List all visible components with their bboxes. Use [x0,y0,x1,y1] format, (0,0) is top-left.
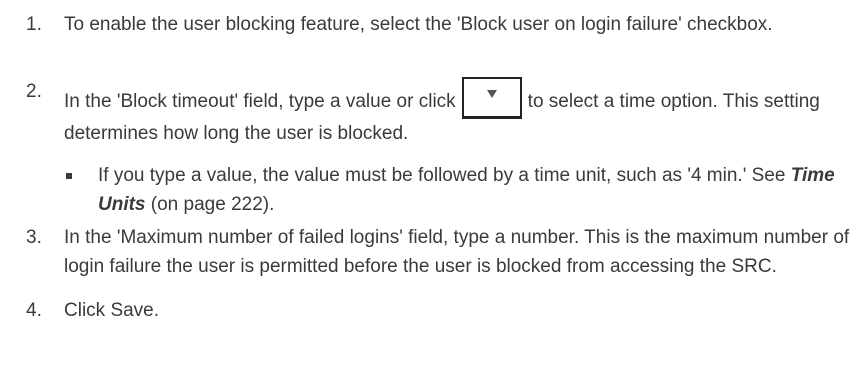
step-number: 2. [26,81,42,102]
document-page: 1. To enable the user blocking feature, … [0,0,866,388]
step-text: To enable the user blocking feature, sel… [64,14,773,35]
step-3: 3. In the 'Maximum number of failed logi… [0,223,866,281]
step-1: 1. To enable the user blocking feature, … [0,10,866,39]
step-text: In the 'Maximum number of failed logins'… [64,227,850,277]
step-2: 2. In the 'Block timeout' field, type a … [0,77,866,148]
bullet-text-after: (on page 222). [150,194,275,215]
bullet-text-before: If you type a value, the value must be f… [98,165,786,186]
dropdown-arrow-icon [486,90,497,98]
step-4: 4. Click Save. [0,296,866,325]
bullet-square-icon [66,173,72,179]
step-number: 1. [26,14,42,35]
step-text: Click Save. [64,300,160,321]
step-text-before-icon: In the 'Block timeout' field, type a val… [64,91,456,112]
step-2-bullet: If you type a value, the value must be f… [0,161,866,219]
step-number: 3. [26,227,42,248]
step-number: 4. [26,300,42,321]
dropdown-button-image [461,77,522,119]
